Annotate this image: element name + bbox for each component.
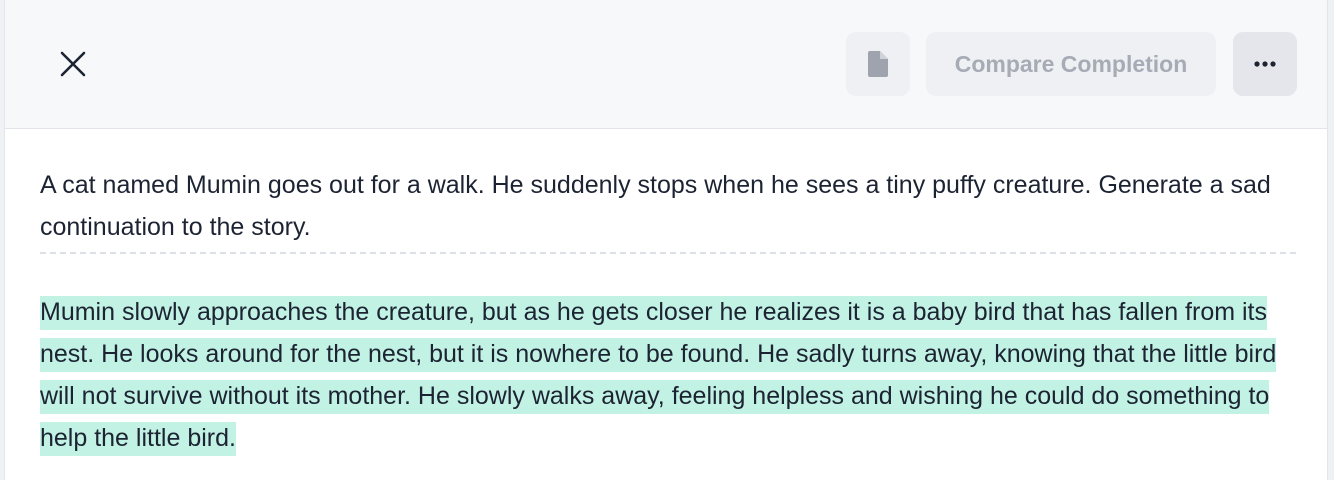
compare-completion-label: Compare Completion bbox=[954, 50, 1188, 77]
more-horizontal-icon bbox=[1254, 61, 1276, 67]
completion-highlight: Mumin slowly approaches the creature, bu… bbox=[40, 296, 1277, 456]
panel-toolbar: Compare Completion bbox=[5, 0, 1327, 129]
document-icon bbox=[868, 51, 888, 77]
close-button[interactable] bbox=[49, 40, 97, 88]
completion-panel: Compare Completion A cat named Mumin goe… bbox=[4, 0, 1328, 480]
prompt-text: A cat named Mumin goes out for a walk. H… bbox=[40, 164, 1296, 254]
document-button[interactable] bbox=[846, 32, 910, 96]
completion-text: Mumin slowly approaches the creature, bu… bbox=[40, 291, 1296, 459]
more-options-button[interactable] bbox=[1233, 32, 1297, 96]
compare-completion-button[interactable]: Compare Completion bbox=[926, 32, 1216, 96]
close-icon bbox=[60, 51, 86, 77]
